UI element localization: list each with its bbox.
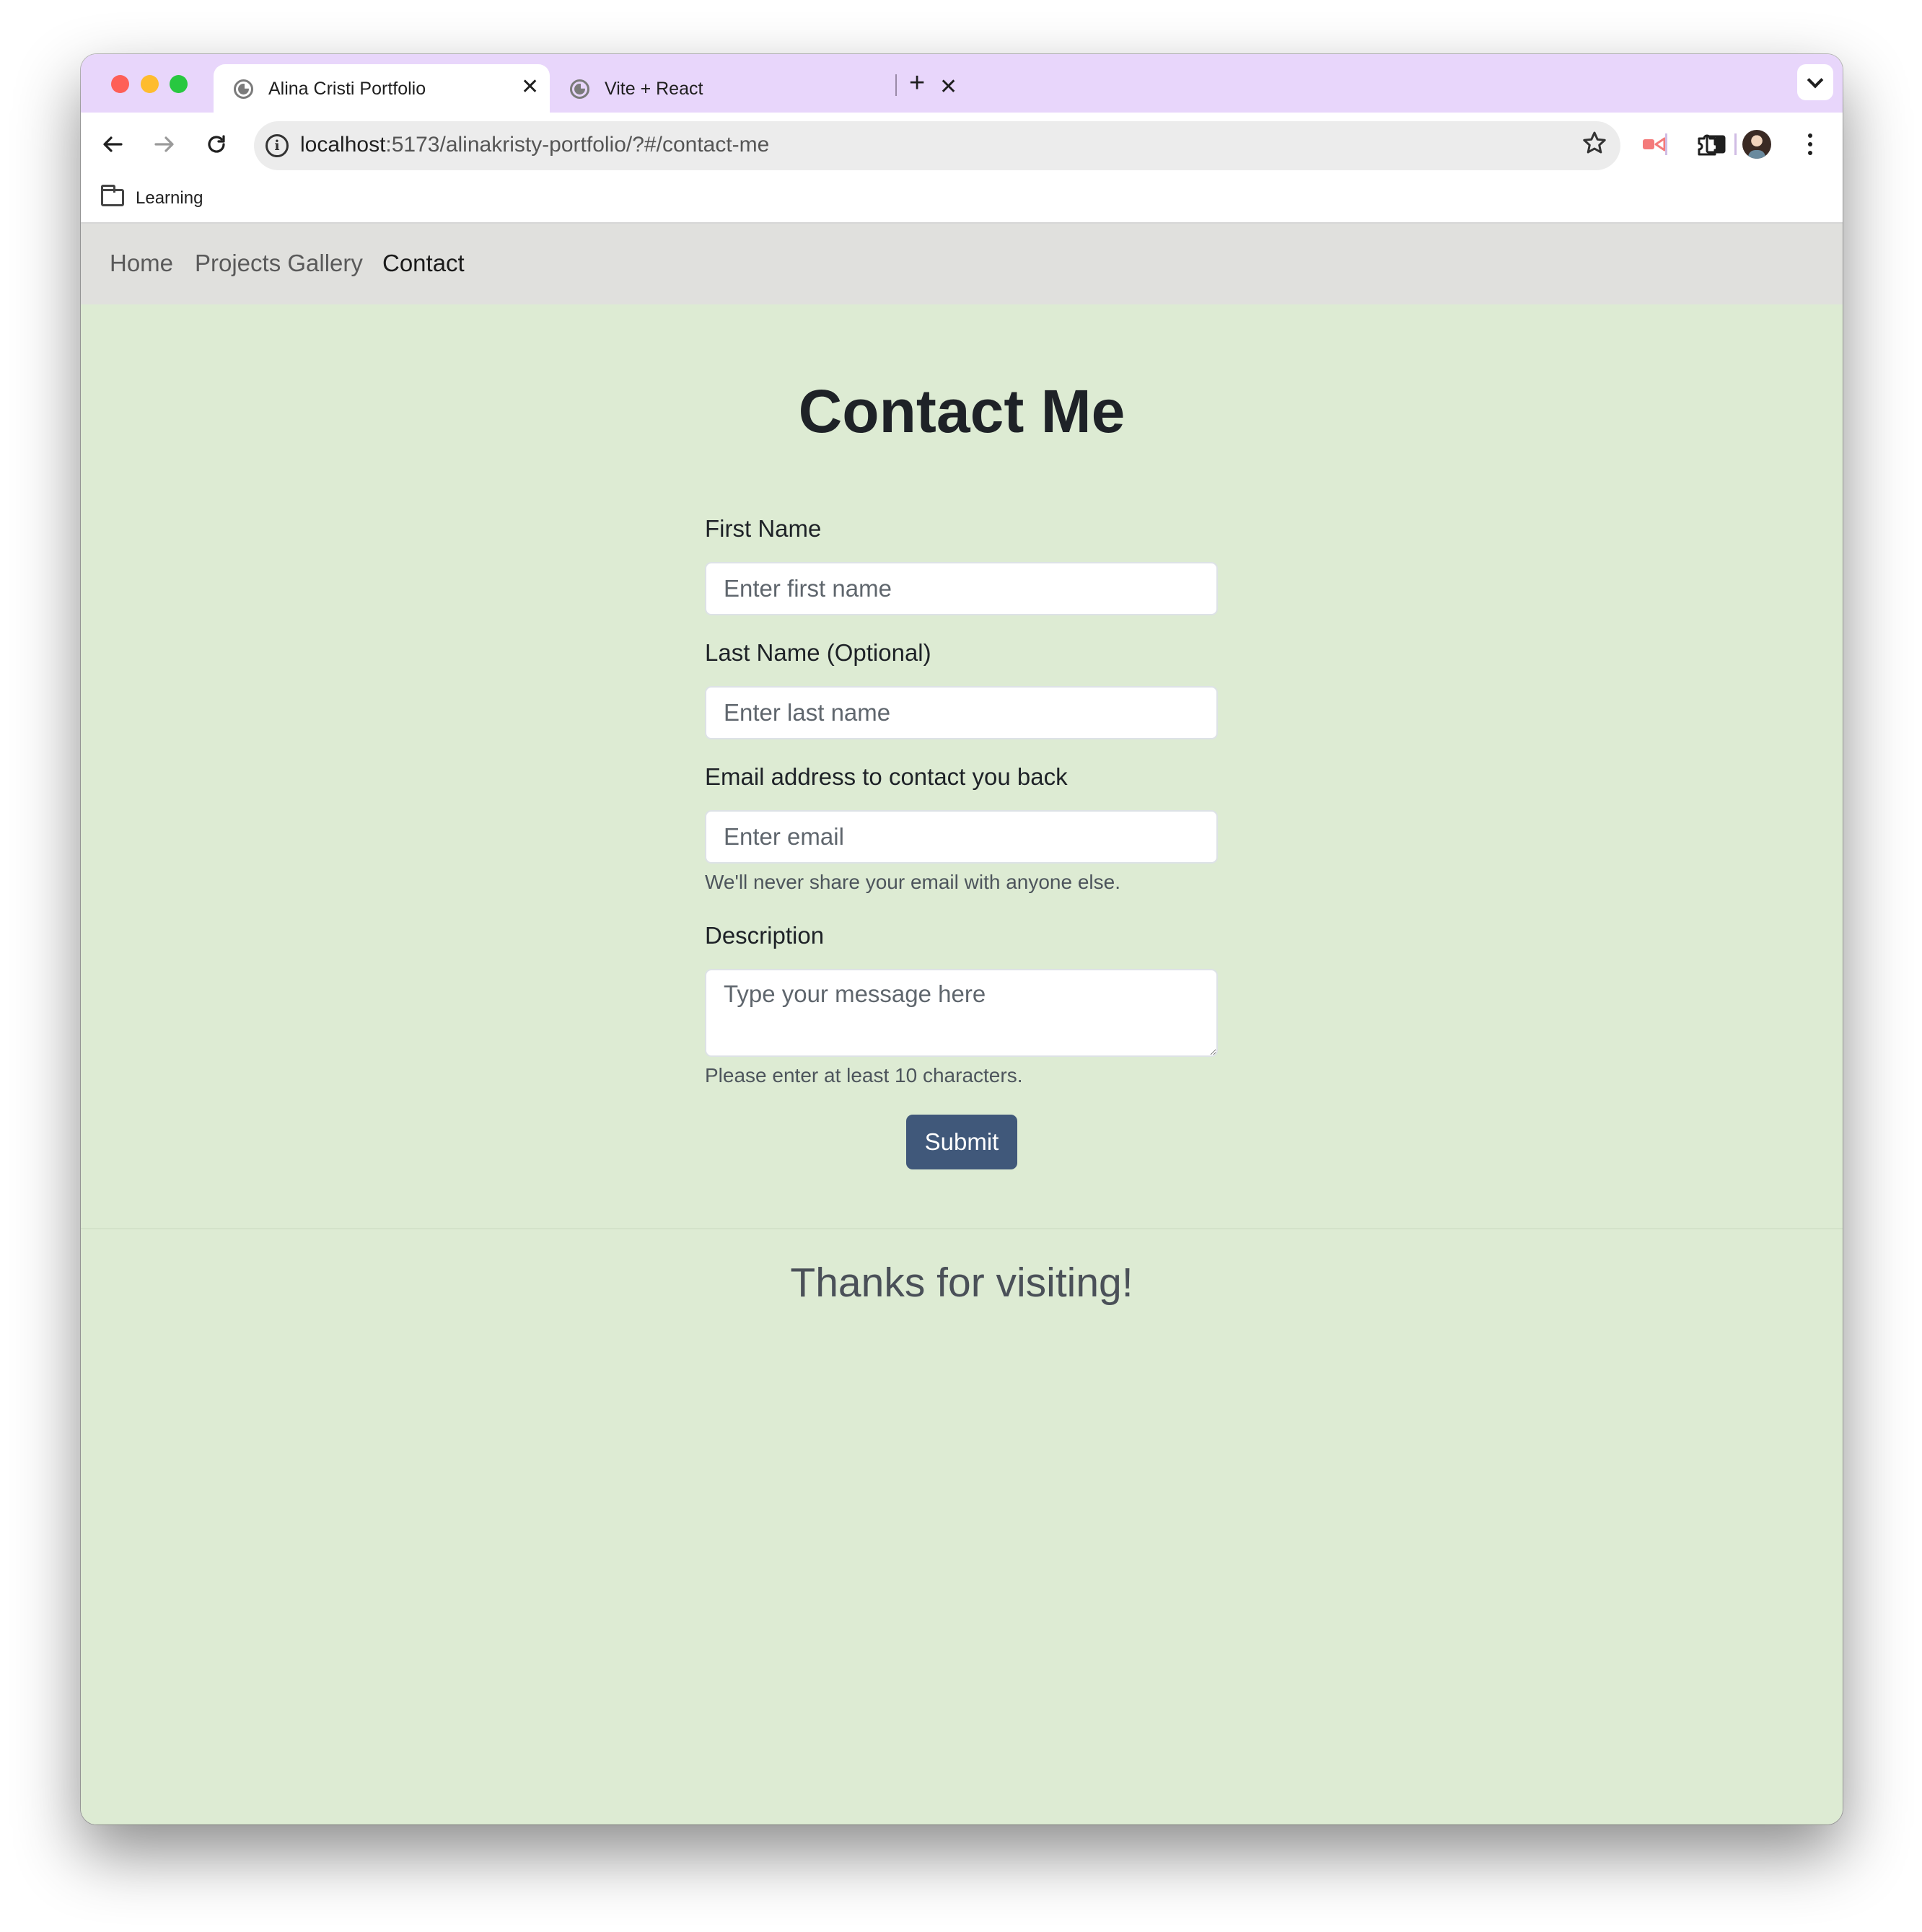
description-textarea[interactable]	[705, 969, 1218, 1057]
minimize-window-button[interactable]	[141, 75, 159, 93]
new-tab-button[interactable]: +	[909, 66, 925, 100]
toolbar-divider	[1734, 133, 1737, 155]
footer-divider	[81, 1228, 1843, 1229]
side-panel-icon	[1706, 135, 1726, 154]
bookmarks-bar: Learning	[81, 175, 1843, 224]
profile-avatar[interactable]	[1742, 130, 1771, 159]
bookmark-label: Learning	[136, 188, 203, 208]
tab-alina-cristi-portfolio[interactable]: Alina Cristi Portfolio ✕	[214, 64, 550, 113]
menu-dot-icon	[1808, 151, 1812, 155]
side-panel-toggle[interactable]	[1701, 130, 1730, 159]
tab-divider	[895, 74, 897, 96]
site-info-icon[interactable]: i	[266, 134, 289, 157]
reload-button[interactable]	[202, 130, 231, 159]
globe-icon	[234, 79, 253, 99]
description-label: Description	[705, 922, 825, 949]
footer-text: Thanks for visiting!	[790, 1260, 1133, 1306]
tab-title: Alina Cristi Portfolio	[268, 79, 426, 99]
close-tab-icon[interactable]: ✕	[939, 74, 957, 100]
nav-link-home[interactable]: Home	[110, 250, 173, 277]
email-input[interactable]	[705, 810, 1218, 864]
arrow-right-icon	[154, 136, 174, 152]
site-navbar: Home Projects Gallery Contact	[81, 224, 1843, 304]
first-name-input[interactable]	[705, 562, 1218, 615]
arrow-left-icon	[103, 136, 123, 152]
folder-icon	[101, 185, 124, 206]
tab-search-button[interactable]	[1797, 64, 1833, 100]
tab-vite-react[interactable]: Vite + React ✕	[550, 64, 968, 113]
forward-button[interactable]	[150, 130, 179, 159]
page-title: Contact Me	[798, 377, 1125, 445]
menu-dot-icon	[1808, 142, 1812, 146]
chevron-down-icon	[1807, 71, 1824, 89]
address-bar[interactable]: i localhost:5173/alinakristy-portfolio/?…	[254, 121, 1620, 170]
tab-strip: Alina Cristi Portfolio ✕ Vite + React ✕ …	[81, 54, 1843, 113]
extension-icon[interactable]	[1640, 130, 1669, 159]
back-button[interactable]	[98, 130, 127, 159]
close-tab-icon[interactable]: ✕	[521, 74, 539, 100]
recorder-extension-icon	[1643, 137, 1666, 152]
close-window-button[interactable]	[111, 75, 129, 93]
reload-icon	[208, 135, 225, 153]
email-label: Email address to contact you back	[705, 763, 1068, 790]
maximize-window-button[interactable]	[170, 75, 188, 93]
email-help-text: We'll never share your email with anyone…	[705, 871, 1120, 893]
submit-button[interactable]: Submit	[906, 1115, 1017, 1169]
nav-link-projects-gallery[interactable]: Projects Gallery	[195, 250, 363, 277]
toolbar-divider	[1665, 133, 1667, 155]
bookmark-star-icon[interactable]	[1581, 130, 1607, 162]
last-name-label: Last Name (Optional)	[705, 639, 931, 666]
page-content: Home Projects Gallery Contact Contact Me…	[81, 224, 1843, 1825]
first-name-label: First Name	[705, 515, 822, 542]
url-text: localhost:5173/alinakristy-portfolio/?#/…	[300, 133, 770, 157]
tab-title: Vite + React	[605, 79, 703, 99]
browser-menu-button[interactable]	[1796, 130, 1825, 159]
globe-icon	[570, 79, 589, 99]
menu-dot-icon	[1808, 133, 1812, 138]
description-help-text: Please enter at least 10 characters.	[705, 1064, 1023, 1086]
nav-link-contact[interactable]: Contact	[382, 250, 465, 277]
browser-toolbar: i localhost:5173/alinakristy-portfolio/?…	[81, 113, 1843, 175]
browser-window: Alina Cristi Portfolio ✕ Vite + React ✕ …	[81, 54, 1843, 1825]
last-name-input[interactable]	[705, 686, 1218, 739]
